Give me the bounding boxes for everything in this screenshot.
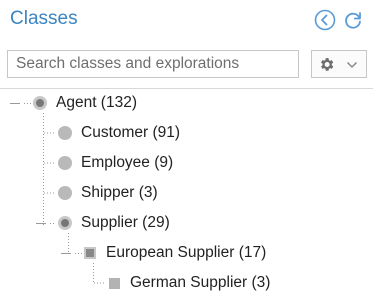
- class-tree: Agent (132) Customer (91) Employee (9) S…: [0, 89, 373, 302]
- tree-node-label: German Supplier (3): [130, 274, 271, 291]
- circle-arrow-left-icon: [314, 9, 336, 31]
- search-input[interactable]: [7, 50, 299, 78]
- tree-node-label: Supplier (29): [81, 214, 170, 231]
- tree-node-supplier[interactable]: Supplier (29): [58, 210, 170, 236]
- tree-node-agent[interactable]: Agent (132): [33, 90, 137, 116]
- class-square-icon: [84, 247, 96, 259]
- tree-node-customer[interactable]: Customer (91): [58, 120, 180, 146]
- refresh-button[interactable]: [342, 9, 364, 31]
- tree-node-label: Shipper (3): [81, 184, 158, 201]
- back-button[interactable]: [314, 9, 336, 31]
- class-circle-icon: [58, 126, 72, 140]
- class-circle-icon: [33, 96, 47, 110]
- gear-icon: [321, 58, 334, 71]
- class-square-icon: [109, 277, 120, 289]
- tree-node-label: Employee (9): [81, 154, 174, 171]
- tree-node-label: European Supplier (17): [106, 244, 267, 261]
- class-circle-icon: [58, 216, 72, 230]
- panel-title: Classes: [10, 8, 78, 29]
- panel-header: Classes: [0, 0, 373, 40]
- tree-node-shipper[interactable]: Shipper (3): [58, 180, 158, 206]
- class-circle-icon: [58, 186, 72, 200]
- tree-node-label: Agent (132): [56, 94, 137, 111]
- tree-node-european-supplier[interactable]: European Supplier (17): [84, 240, 266, 266]
- search-row: [0, 48, 373, 80]
- chevron-down-icon: [346, 61, 358, 69]
- tree-node-employee[interactable]: Employee (9): [58, 150, 173, 176]
- tree-node-label: Customer (91): [81, 124, 181, 141]
- class-circle-icon: [58, 156, 72, 170]
- tree-node-german-supplier[interactable]: German Supplier (3): [109, 270, 270, 296]
- refresh-icon: [345, 12, 361, 29]
- settings-dropdown-button[interactable]: [311, 50, 367, 78]
